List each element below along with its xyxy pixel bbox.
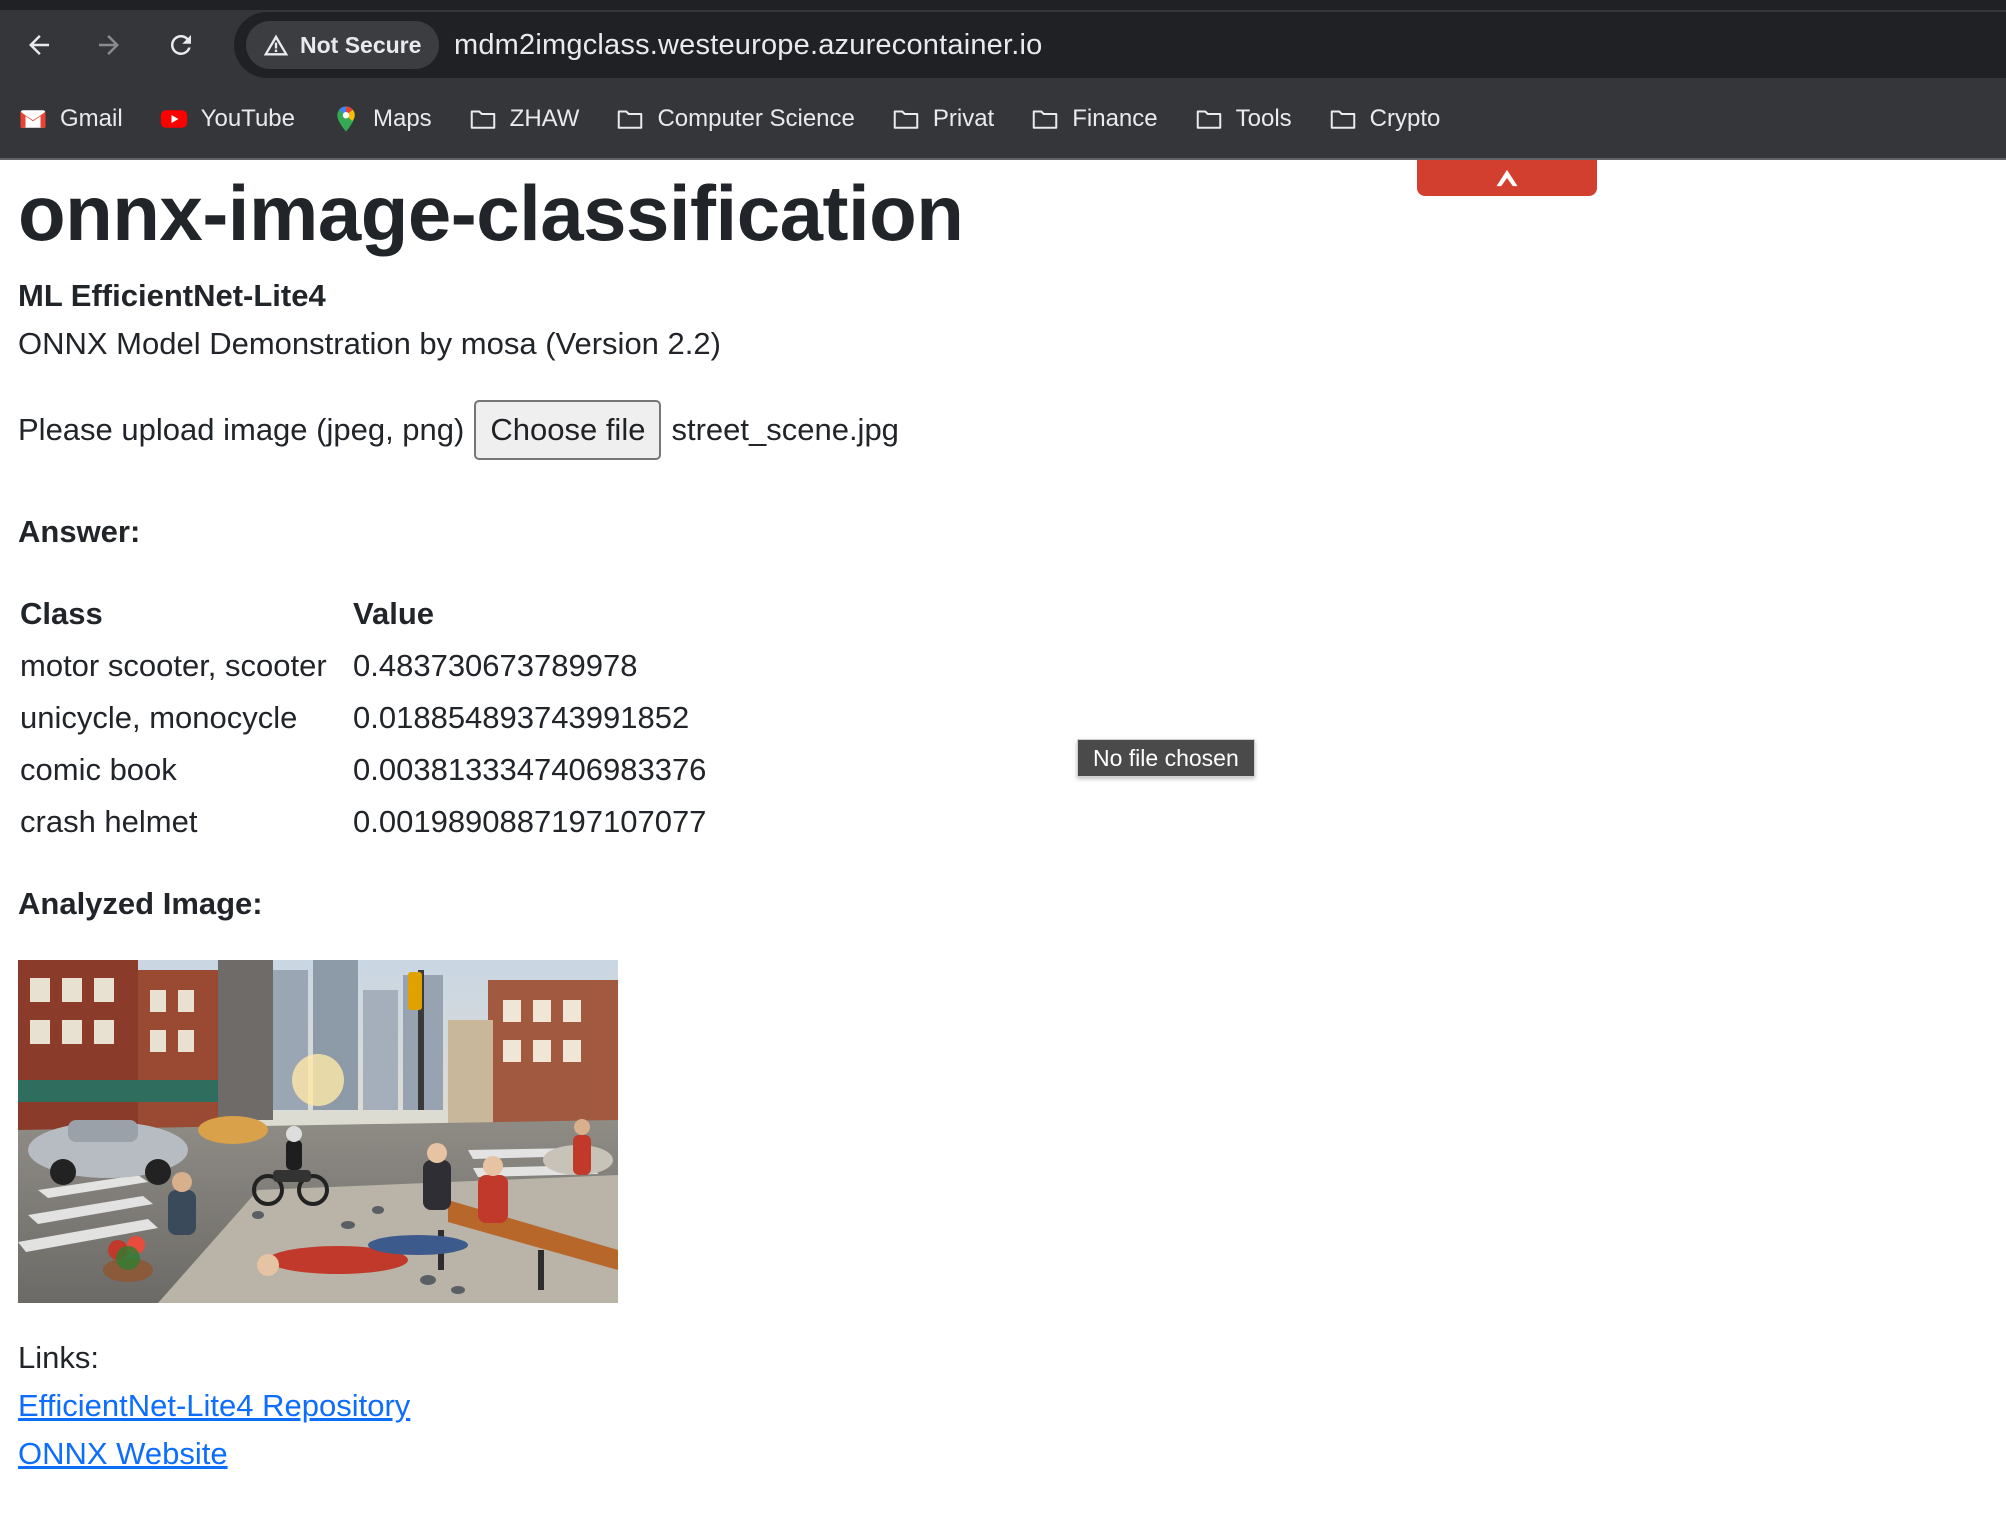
forward-arrow-icon — [99, 35, 119, 55]
table-header-row: Class Value — [20, 588, 706, 640]
class-cell: motor scooter, scooter — [20, 648, 327, 683]
page-title: onnx-image-classification — [18, 169, 964, 257]
model-subtitle: ML EfficientNet-Lite4 — [18, 278, 326, 313]
table-row: comic book 0.0038133347406983376 — [20, 744, 706, 796]
model-description: ONNX Model Demonstration by mosa (Versio… — [18, 326, 721, 361]
gmail-icon — [20, 110, 46, 128]
bookmark-label: Maps — [372, 105, 432, 132]
analyzed-image-heading: Analyzed Image: — [18, 886, 263, 921]
folder-icon — [1196, 110, 1221, 129]
class-cell: crash helmet — [20, 804, 198, 839]
forward-button[interactable] — [86, 22, 132, 68]
column-header-value: Value — [353, 596, 434, 631]
column-header-class: Class — [20, 596, 103, 631]
upload-label: Please upload image (jpeg, png) — [18, 412, 465, 447]
url-text[interactable]: mdm2imgclass.westeurope.azurecontainer.i… — [454, 29, 1042, 62]
maps-icon — [337, 106, 355, 132]
folder-icon — [470, 110, 495, 129]
choose-file-button[interactable]: Choose file — [474, 400, 662, 460]
value-cell: 0.0038133347406983376 — [353, 752, 707, 787]
bookmark-tools[interactable]: Tools — [1194, 104, 1292, 134]
links-label: Links: — [18, 1340, 99, 1375]
bookmarks-bar: Gmail YouTube Maps ZHAW Computer Science… — [0, 96, 2006, 142]
security-label: Not Secure — [300, 31, 422, 58]
bookmark-label: Finance — [1072, 105, 1158, 132]
bookmark-label: Tools — [1235, 105, 1292, 132]
value-cell: 0.483730673789978 — [353, 648, 638, 683]
warning-icon — [263, 34, 289, 56]
onnx-website-link[interactable]: ONNX Website — [18, 1436, 228, 1472]
upload-row: Please upload image (jpeg, png) Choose f… — [18, 400, 899, 460]
answer-heading: Answer: — [18, 514, 141, 549]
extension-badge[interactable] — [1417, 160, 1597, 196]
bookmark-label: YouTube — [200, 105, 295, 132]
address-bar[interactable]: Not Secure mdm2imgclass.westeurope.azure… — [234, 12, 2006, 78]
street-scene-illustration — [18, 960, 618, 1303]
folder-icon — [618, 110, 643, 129]
youtube-icon — [160, 110, 187, 128]
security-indicator[interactable]: Not Secure — [246, 21, 440, 69]
reload-button[interactable] — [158, 22, 204, 68]
bookmark-crypto[interactable]: Crypto — [1328, 104, 1441, 134]
table-row: unicycle, monocycle 0.018854893743991852 — [20, 692, 706, 744]
table-row: crash helmet 0.0019890887197107077 — [20, 796, 706, 848]
folder-icon — [893, 110, 919, 129]
bookmark-label: Computer Science — [657, 105, 855, 132]
bookmark-privat[interactable]: Privat — [891, 104, 994, 134]
bookmark-finance[interactable]: Finance — [1030, 104, 1158, 134]
table-row: motor scooter, scooter 0.483730673789978 — [20, 640, 706, 692]
analyzed-image — [18, 960, 618, 1303]
file-input-tooltip: No file chosen — [1077, 739, 1255, 777]
back-button[interactable] — [16, 22, 62, 68]
folder-icon — [1032, 110, 1058, 129]
bookmark-zhaw[interactable]: ZHAW — [468, 104, 580, 134]
class-cell: comic book — [20, 752, 177, 787]
reload-icon — [170, 34, 191, 55]
results-table: Class Value motor scooter, scooter 0.483… — [20, 588, 706, 848]
efficientnet-repository-link[interactable]: EfficientNet-Lite4 Repository — [18, 1388, 410, 1424]
browser-chrome: Not Secure mdm2imgclass.westeurope.azure… — [0, 0, 2006, 160]
mountain-logo-icon — [1496, 169, 1518, 187]
selected-file-name: street_scene.jpg — [671, 412, 899, 447]
value-cell: 0.0019890887197107077 — [353, 804, 707, 839]
folder-icon — [1330, 110, 1355, 129]
bookmark-gmail[interactable]: Gmail — [18, 104, 123, 134]
bookmark-youtube[interactable]: YouTube — [159, 104, 295, 134]
bookmark-label: Privat — [932, 105, 995, 132]
tab-strip — [0, 0, 2006, 10]
back-arrow-icon — [29, 35, 49, 55]
bookmark-label: Crypto — [1369, 105, 1441, 132]
class-cell: unicycle, monocycle — [20, 700, 298, 735]
bookmark-maps[interactable]: Maps — [331, 104, 432, 134]
bookmark-label: Gmail — [60, 105, 123, 132]
bookmark-label: ZHAW — [509, 105, 580, 132]
value-cell: 0.018854893743991852 — [353, 700, 690, 735]
bookmark-computer-science[interactable]: Computer Science — [615, 104, 855, 134]
